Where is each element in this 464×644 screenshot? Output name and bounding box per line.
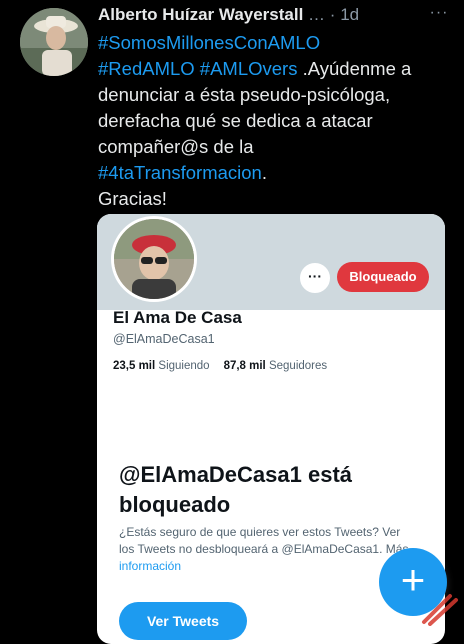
followers-label: Seguidores (268, 360, 328, 372)
following-stat[interactable]: 23,5 mil Siguiendo (113, 360, 210, 372)
tweet-text-line: compañer@s de la (98, 134, 454, 160)
following-label: Siguiendo (158, 360, 210, 372)
tweet-text-segment: compañer@s de la (98, 136, 254, 157)
blocked-desc-line1: ¿Estás seguro de que quieres ver estos T… (119, 525, 401, 539)
author-photo (20, 8, 88, 76)
red-scribble-mark (422, 594, 458, 626)
tweet-text-line: #RedAMLO #AMLOvers .Ayúdenme a (98, 56, 454, 82)
tweet-time[interactable]: 1d (340, 5, 359, 24)
profile-avatar (111, 216, 197, 302)
profile-name: El Ama De Casa (113, 308, 242, 327)
profile-stats: 23,5 mil Siguiendo 87,8 mil Seguidores (113, 360, 327, 372)
ellipsis-icon: ··· (429, 4, 449, 21)
tweet-text: #SomosMillonesConAMLO #RedAMLO #AMLOvers … (98, 30, 454, 212)
tweet-text-line: denunciar a ésta pseudo-psicóloga, (98, 82, 454, 108)
hashtag-link[interactable]: #AMLOvers (200, 58, 298, 79)
profile-more-button[interactable]: ··· (299, 262, 331, 294)
view-tweets-button[interactable]: Ver Tweets (119, 602, 247, 640)
tweet-header: Alberto Huízar Wayerstall … · 1d (98, 4, 454, 30)
separator-dot: · (329, 5, 336, 24)
tweet-text-segment: denunciar a ésta pseudo-psicóloga, (98, 84, 391, 105)
profile-photo (114, 219, 194, 299)
followers-stat[interactable]: 87,8 mil Seguidores (224, 360, 328, 372)
blocked-button[interactable]: Bloqueado (337, 262, 429, 292)
author-name[interactable]: Alberto Huízar Wayerstall (98, 5, 303, 24)
author-handle[interactable]: … (308, 5, 325, 24)
hashtag-link[interactable]: #SomosMillonesConAMLO (98, 32, 320, 53)
tweet-text-line: #4taTransformacion. (98, 160, 454, 186)
tweet-text-segment: .Ayúdenme a (297, 58, 412, 79)
tweet-text-segment: derefacha qué se dedica a atacar (98, 110, 373, 131)
author-avatar[interactable] (20, 8, 88, 76)
tweet-more-button[interactable]: ··· (424, 4, 454, 24)
profile-handle: @ElAmaDeCasa1 (113, 332, 215, 346)
tweet-text-segment: Gracias! (98, 188, 167, 209)
tweet-text-line: Gracias! (98, 186, 454, 212)
following-count: 23,5 mil (113, 360, 156, 372)
followers-count: 87,8 mil (223, 360, 266, 372)
blocked-title: @ElAmaDeCasa1 está bloqueado (119, 462, 353, 517)
tweet-text-segment: . (261, 162, 267, 183)
hashtag-link[interactable]: #RedAMLO (98, 58, 195, 79)
tweet-text-line: #SomosMillonesConAMLO (98, 30, 454, 56)
hashtag-link[interactable]: #4taTransformacion (98, 162, 262, 183)
tweet-text-line: derefacha qué se dedica a atacar (98, 108, 454, 134)
